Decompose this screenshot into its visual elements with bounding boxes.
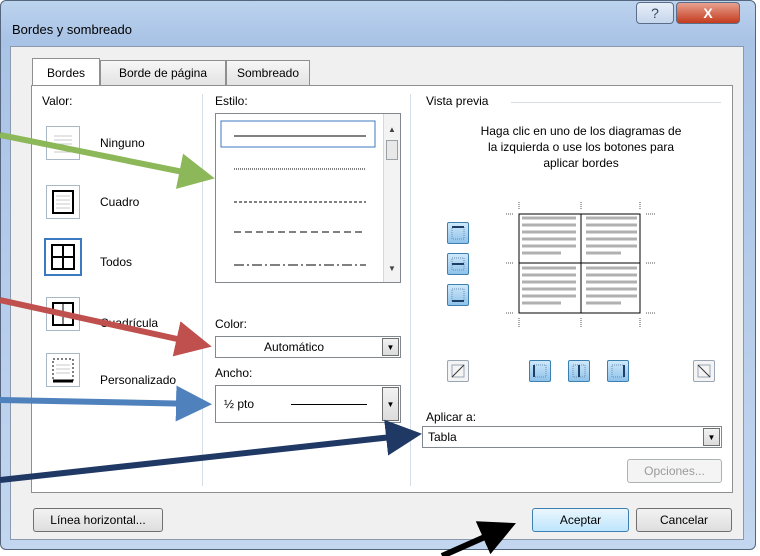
color-value: Automático [264, 340, 325, 354]
diagonal-up-icon [451, 364, 465, 378]
divider-left [202, 94, 203, 486]
estilo-label: Estilo: [215, 94, 248, 108]
border-inside-v-icon [572, 364, 586, 378]
setting-all-icon[interactable] [44, 238, 82, 276]
help-button[interactable]: ? [636, 2, 674, 24]
scroll-down-icon[interactable]: ▼ [388, 264, 396, 273]
setting-none-label[interactable]: Ninguno [100, 136, 145, 150]
setting-custom-label[interactable]: Personalizado [100, 373, 176, 387]
diagonal-up-button[interactable] [693, 360, 715, 382]
setting-none-icon[interactable] [46, 126, 80, 160]
setting-box-label[interactable]: Cuadro [100, 195, 139, 209]
width-value: ½ pto [224, 397, 255, 411]
border-bottom-icon [451, 288, 465, 302]
apply-to-value: Tabla [428, 430, 457, 444]
tab-sombreado[interactable]: Sombreado [226, 60, 310, 85]
apply-to-dropdown[interactable]: Tabla ▼ [422, 426, 722, 448]
divider-right [410, 94, 411, 486]
setting-box-icon[interactable] [46, 185, 80, 219]
valor-label: Valor: [42, 94, 73, 108]
color-label: Color: [215, 317, 248, 331]
horizontal-line-button[interactable]: Línea horizontal... [33, 508, 163, 532]
tab-borde-de-pagina[interactable]: Borde de página [100, 60, 226, 85]
options-button[interactable]: Opciones... [627, 459, 722, 483]
line-style-options[interactable] [216, 114, 384, 282]
preview-hint: Haga clic en uno de los diagramas de la … [480, 124, 682, 170]
preview-label: Vista previa [426, 94, 489, 108]
cancel-button[interactable]: Cancelar [636, 508, 732, 532]
right-border-button[interactable] [607, 360, 629, 382]
preview-rule [511, 102, 721, 103]
chevron-down-icon[interactable]: ▼ [382, 338, 399, 356]
line-style-scrollbar[interactable]: ▲ ▼ [383, 114, 400, 282]
width-sample-line [291, 404, 367, 405]
line-style-list[interactable]: ▲ ▼ [215, 113, 401, 283]
close-button[interactable]: X [676, 2, 740, 24]
inside-horizontal-button[interactable] [447, 253, 469, 275]
left-border-button[interactable] [529, 360, 551, 382]
dialog-title: Bordes y sombreado [12, 22, 132, 37]
border-right-icon [611, 364, 625, 378]
border-top-icon [451, 226, 465, 240]
tab-sombreado-label: Sombreado [236, 66, 300, 80]
inside-vertical-button[interactable] [568, 360, 590, 382]
tab-borde-de-pagina-label: Borde de página [118, 66, 208, 80]
preview-table[interactable] [506, 202, 656, 328]
width-dropdown[interactable]: ½ pto ▼ [215, 385, 401, 423]
diagonal-down-icon [697, 364, 711, 378]
scroll-up-icon[interactable]: ▲ [388, 125, 396, 134]
ok-button[interactable]: Aceptar [532, 508, 629, 532]
color-dropdown[interactable]: Automático ▼ [215, 336, 401, 358]
border-inside-h-icon [451, 257, 465, 271]
scroll-thumb[interactable] [386, 140, 398, 160]
chevron-down-icon[interactable]: ▼ [382, 387, 399, 421]
tab-bordes[interactable]: Bordes [32, 58, 100, 86]
setting-grid-label[interactable]: Cuadrícula [100, 316, 158, 330]
close-icon: X [703, 5, 713, 21]
setting-all-label[interactable]: Todos [100, 255, 132, 269]
top-border-button[interactable] [447, 222, 469, 244]
chevron-down-icon[interactable]: ▼ [703, 428, 720, 446]
setting-grid-icon[interactable] [46, 297, 80, 331]
setting-custom-icon[interactable] [46, 353, 80, 387]
tab-bordes-label: Bordes [46, 65, 86, 80]
bottom-border-button[interactable] [447, 284, 469, 306]
apply-to-label: Aplicar a: [426, 410, 477, 424]
help-icon: ? [651, 5, 659, 21]
diagonal-down-button[interactable] [447, 360, 469, 382]
width-label: Ancho: [215, 366, 253, 380]
border-left-icon [533, 364, 547, 378]
